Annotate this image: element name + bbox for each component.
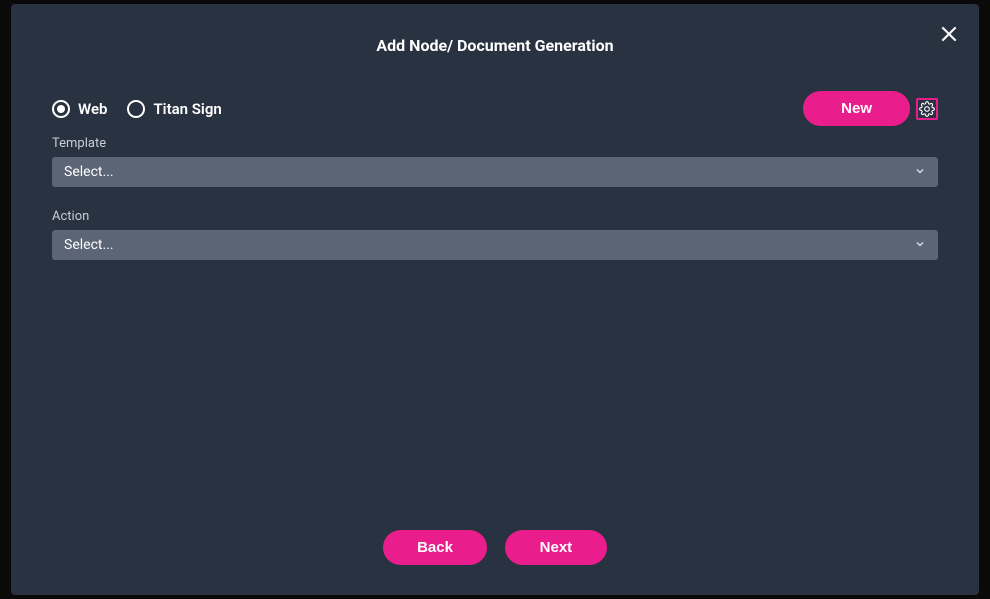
- action-label: Action: [52, 209, 938, 224]
- header-right-controls: New: [803, 91, 938, 126]
- header-row: Web Titan Sign New: [11, 91, 979, 126]
- radio-indicator-icon: [52, 100, 70, 118]
- radio-web-label: Web: [78, 100, 107, 118]
- source-radio-group: Web Titan Sign: [52, 100, 222, 118]
- action-select[interactable]: Select...: [52, 230, 938, 260]
- footer-buttons: Back Next: [11, 530, 979, 595]
- close-button[interactable]: [937, 22, 961, 46]
- radio-indicator-icon: [127, 100, 145, 118]
- chevron-down-icon: [914, 238, 926, 253]
- template-label: Template: [52, 136, 938, 151]
- dialog-title: Add Node/ Document Generation: [11, 36, 979, 55]
- action-field: Action Select...: [11, 209, 979, 260]
- radio-titan-sign[interactable]: Titan Sign: [127, 100, 221, 118]
- new-button[interactable]: New: [803, 91, 910, 126]
- radio-titan-label: Titan Sign: [153, 100, 221, 118]
- radio-web[interactable]: Web: [52, 100, 107, 118]
- template-field: Template Select...: [11, 136, 979, 187]
- modal-dialog: Add Node/ Document Generation Web Titan …: [11, 4, 979, 595]
- back-button[interactable]: Back: [383, 530, 487, 565]
- next-button[interactable]: Next: [505, 530, 607, 565]
- template-select-value: Select...: [64, 164, 114, 180]
- gear-icon: [919, 101, 935, 117]
- close-icon: [939, 24, 959, 44]
- template-select[interactable]: Select...: [52, 157, 938, 187]
- chevron-down-icon: [914, 165, 926, 180]
- action-select-value: Select...: [64, 237, 114, 253]
- settings-button[interactable]: [916, 98, 938, 120]
